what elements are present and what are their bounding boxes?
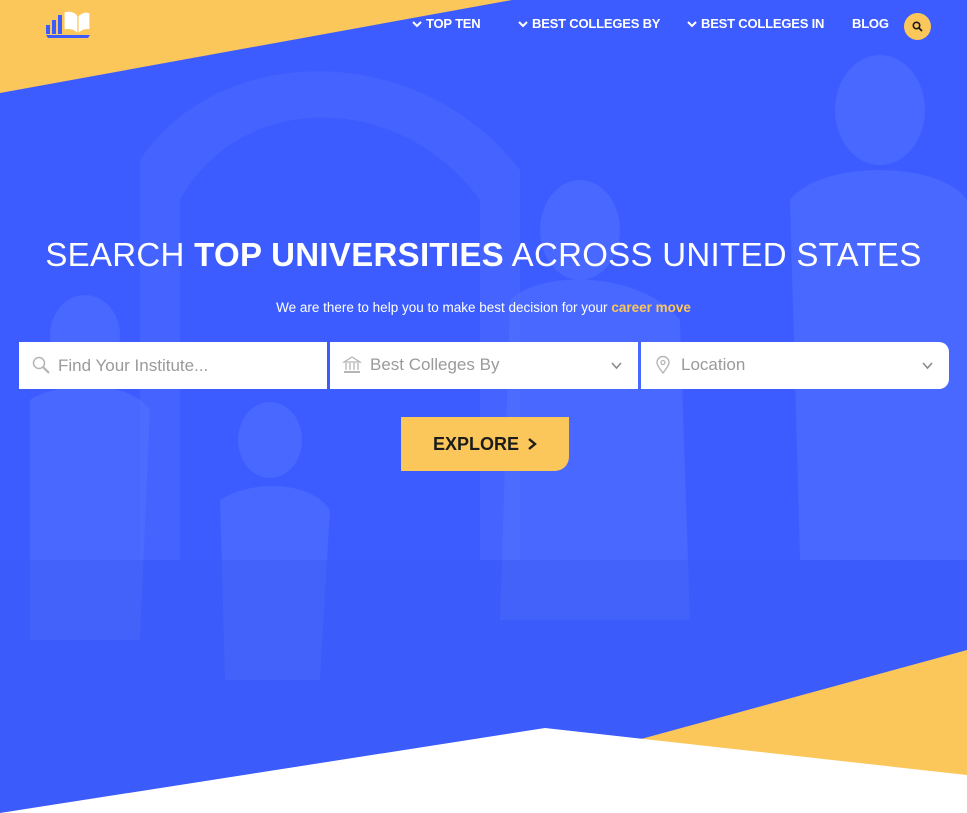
chevron-down-icon [412, 20, 422, 27]
chevron-down-icon [687, 20, 697, 27]
headline-pre: SEARCH [45, 236, 195, 273]
chevron-down-icon [518, 20, 528, 27]
headline-bold: TOP UNIVERSITIES [194, 236, 504, 273]
accent-shapes [0, 0, 967, 813]
chevron-right-icon [528, 438, 537, 450]
nav-label: BEST COLLEGES IN [701, 16, 825, 31]
header-search-button[interactable] [904, 13, 931, 40]
chevron-down-icon [922, 362, 933, 370]
chevron-down-icon [611, 362, 622, 370]
best-colleges-by-select[interactable]: Best Colleges By [330, 342, 638, 389]
institute-search-input[interactable] [19, 342, 327, 389]
hero-subline: We are there to help you to make best de… [0, 300, 967, 315]
location-select[interactable]: Location [641, 342, 949, 389]
subline-text: We are there to help you to make best de… [276, 300, 612, 315]
search-bar: Best Colleges By Location [19, 342, 949, 389]
hero-headline: SEARCH TOP UNIVERSITIES ACROSS UNITED ST… [0, 236, 967, 274]
location-value: Location [681, 355, 746, 374]
nav-label: BEST COLLEGES BY [532, 16, 661, 31]
nav-best-colleges-in[interactable]: BEST COLLEGES IN [687, 16, 824, 31]
nav-label: BLOG [852, 16, 889, 31]
explore-label: EXPLORE [432, 433, 520, 454]
nav-label: TOP TEN [426, 16, 481, 31]
nav-blog[interactable]: BLOG [852, 16, 889, 31]
institute-search-field[interactable] [19, 342, 327, 389]
nav-best-colleges-by[interactable]: BEST COLLEGES BY [518, 16, 660, 31]
institution-icon [342, 356, 362, 373]
explore-button[interactable]: EXPLORE [401, 417, 569, 471]
search-icon [912, 21, 923, 32]
best-colleges-by-value: Best Colleges By [370, 355, 500, 374]
nav-top-ten[interactable]: TOP TEN [412, 16, 481, 31]
headline-post: ACROSS UNITED STATES [503, 236, 922, 273]
subline-accent: career move [611, 300, 691, 315]
logo-icon[interactable] [44, 6, 92, 40]
map-pin-icon [656, 355, 670, 375]
search-icon [32, 356, 50, 374]
page: TOP TEN BEST COLLEGES BY BEST COLLEGES I… [0, 0, 967, 813]
